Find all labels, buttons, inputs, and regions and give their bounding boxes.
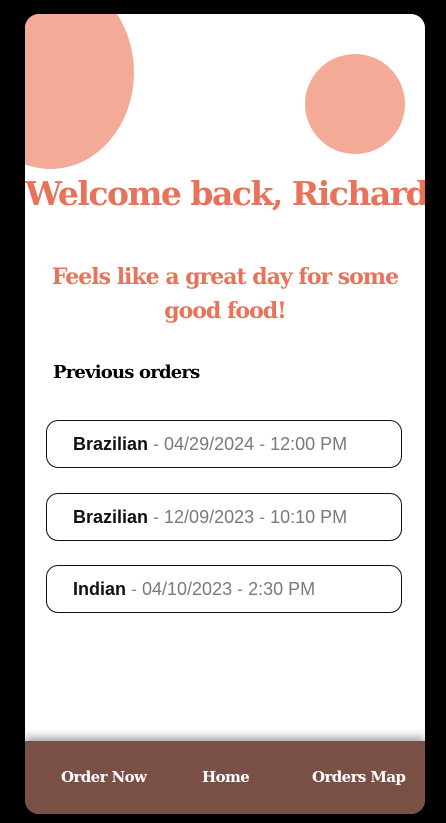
order-date: 04/29/2024 <box>164 434 255 454</box>
previous-order-item[interactable]: Brazilian - 12/09/2023 - 10:10 PM <box>46 493 402 541</box>
order-cuisine: Brazilian <box>73 507 149 527</box>
order-separator: - <box>126 579 142 599</box>
decorative-circle-left <box>25 14 134 169</box>
order-cuisine: Indian <box>73 579 126 599</box>
order-time: 2:30 PM <box>248 579 316 599</box>
nav-home[interactable]: Home <box>202 741 250 814</box>
nav-orders-map[interactable]: Orders Map <box>312 741 406 814</box>
order-separator: - <box>232 579 249 599</box>
order-separator: - <box>254 507 271 527</box>
order-date: 04/10/2023 <box>142 579 233 599</box>
previous-orders-title: Previous orders <box>53 362 200 383</box>
decorative-circle-right <box>305 54 405 154</box>
tagline-text: Feels like a great day for some good foo… <box>51 264 399 324</box>
order-separator: - <box>148 507 165 527</box>
order-date: 12/09/2023 <box>164 507 255 527</box>
previous-order-item[interactable]: Indian - 04/10/2023 - 2:30 PM <box>46 565 402 613</box>
bottom-navbar: Order Now Home Orders Map <box>25 741 425 814</box>
order-time: 12:00 PM <box>270 434 348 454</box>
order-separator: - <box>148 434 165 454</box>
welcome-heading: Welcome back, Richard! <box>25 174 425 213</box>
previous-order-item[interactable]: Brazilian - 04/29/2024 - 12:00 PM <box>46 420 402 468</box>
app-screen: Welcome back, Richard! Feels like a grea… <box>25 14 425 814</box>
nav-order-now[interactable]: Order Now <box>61 741 147 814</box>
order-separator: - <box>254 434 271 454</box>
order-time: 10:10 PM <box>270 507 348 527</box>
order-cuisine: Brazilian <box>73 434 149 454</box>
